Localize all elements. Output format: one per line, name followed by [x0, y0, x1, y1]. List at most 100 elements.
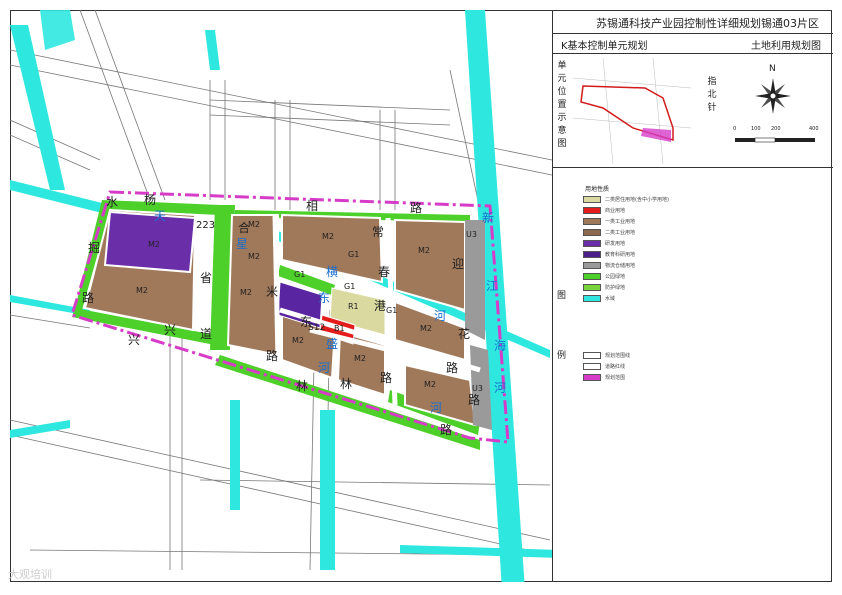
landuse-legend-swatch — [583, 195, 601, 203]
north-label: 指北针 — [707, 77, 717, 113]
road-label: 路 — [380, 371, 393, 385]
legend-label: 图 — [557, 291, 567, 301]
landuse-legend-text: 二类工业用地 — [605, 229, 636, 236]
boundary-legend-swatch — [583, 351, 601, 359]
road-label: S12 — [308, 323, 326, 333]
landuse-legend-text: 防护绿地 — [605, 284, 626, 291]
road-label: 掘 — [88, 241, 101, 255]
plot-code: M2 — [248, 252, 260, 261]
landuse-legend-item: 研发用地 — [583, 238, 669, 248]
landuse-legend-item: 商业用地 — [583, 205, 669, 215]
landuse-legend-swatch — [583, 294, 601, 302]
scale-tick: 400 — [809, 126, 819, 132]
sheet-name: 土地利用规划图 — [751, 41, 821, 52]
road-label: 盛 — [326, 337, 339, 351]
road-label: 河 — [318, 361, 331, 375]
landuse-legend-text: 公园绿地 — [605, 273, 626, 280]
landuse-legend-text: 研发用地 — [605, 240, 626, 247]
landuse-legend-item: 一类工业用地 — [583, 216, 669, 226]
landuse-legend-item: 水域 — [583, 293, 669, 303]
plot-code: M2 — [418, 246, 430, 255]
landuse-legend-swatch — [583, 261, 601, 269]
plot-code: G1 — [386, 306, 398, 315]
road-label: 路 — [410, 201, 423, 215]
road-label: 常 — [372, 225, 385, 239]
road-label: 河 — [434, 309, 447, 323]
boundary-legend-text: 道路红线 — [605, 363, 626, 370]
plot-code: M2 — [424, 380, 436, 389]
landuse-legend-text: 教育科研用地 — [605, 251, 636, 258]
subtitle-row: K基本控制单元规划 土地利用规划图 — [553, 34, 833, 54]
plot-code: R1 — [348, 302, 359, 311]
boundary-legend-item: 规划范围 — [583, 372, 630, 382]
scale-bar — [735, 137, 815, 143]
plot-code: M2 — [136, 286, 148, 295]
watermark: 大观培训 — [8, 568, 52, 581]
landuse-legend-item: 防护绿地 — [583, 282, 669, 292]
legend-label: 例 — [557, 351, 567, 361]
landuse-legend-text: 商业用地 — [605, 207, 626, 214]
north-letter: N — [769, 64, 776, 74]
boundary-legend-text: 规划范围 — [605, 374, 626, 381]
landuse-legend-swatch — [583, 239, 601, 247]
plot-code: M2 — [148, 240, 160, 249]
road-label: 新 — [482, 211, 495, 225]
landuse-legend: 二类居住用地(含中小学用地) 商业用地一类工业用地二类工业用地 研发用地教育科研用地… — [583, 194, 669, 304]
boundary-legend-swatch — [583, 362, 601, 370]
road-label: 横 — [326, 265, 339, 279]
road-label: 道 — [200, 327, 213, 341]
road-label: 河 — [494, 381, 507, 395]
landuse-legend-item: 二类工业用地 — [583, 227, 669, 237]
boundary-legend: 规划范围线道路红线规划范围 — [583, 350, 630, 383]
location-label: 单元位置示意图 — [557, 61, 567, 149]
boundary-legend-item: 规划范围线 — [583, 350, 630, 360]
landuse-legend-swatch — [583, 283, 601, 291]
landuse-legend-title: 用地性质 — [585, 186, 610, 193]
road-label: 东 — [318, 291, 331, 305]
road-label: 路 — [440, 423, 453, 437]
landuse-legend-swatch — [583, 250, 601, 258]
road-label: 路 — [82, 291, 95, 305]
road-label: 路 — [468, 393, 481, 407]
scale-tick: 200 — [771, 126, 781, 132]
road-label: 兴 — [128, 333, 141, 347]
land-use-map: 水 杨 天 223 合 相 路 常 新 星 横 春 迎 掘 省 米 东 江 路 … — [9, 9, 560, 590]
title-row: 苏锡通科技产业园控制性详细规划锡通03片区 — [553, 10, 833, 34]
plot-code: U3 — [472, 384, 483, 393]
road-label: 省 — [200, 271, 213, 285]
road-label: 海 — [494, 339, 507, 353]
plot-code: M2 — [292, 336, 304, 345]
road-label: 米 — [266, 285, 279, 299]
title-panel: 苏锡通科技产业园控制性详细规划锡通03片区 K基本控制单元规划 土地利用规划图 … — [552, 10, 833, 582]
landuse-legend-text: 水域 — [605, 295, 616, 302]
landuse-legend-text: 物流仓储用地 — [605, 262, 636, 269]
plot-code: M2 — [354, 354, 366, 363]
plot-code: B1 — [334, 324, 345, 333]
boundary-legend-item: 道路红线 — [583, 361, 630, 371]
road-label: 相 — [306, 199, 319, 213]
landuse-legend-swatch — [583, 228, 601, 236]
plot-code: U3 — [466, 230, 477, 239]
boundary-legend-text: 规划范围线 — [605, 352, 631, 359]
road-label: 水 — [106, 195, 119, 209]
landuse-legend-item: 物流仓储用地 — [583, 260, 669, 270]
road-label: 林 — [296, 379, 309, 393]
road-label: 春 — [378, 265, 391, 279]
road-label: 路 — [446, 361, 459, 375]
road-label: 兴 — [164, 323, 177, 337]
landuse-legend-swatch — [583, 206, 601, 214]
plot-code: G1 — [294, 270, 306, 279]
plot-code: M2 — [420, 324, 432, 333]
compass-rose-icon — [755, 78, 791, 114]
road-label: 花 — [458, 327, 471, 341]
location-inset — [573, 58, 691, 164]
road-label: 天 — [154, 209, 167, 223]
boundary-legend-swatch — [583, 373, 601, 381]
road-label: 江 — [486, 279, 499, 293]
road-label: 223 — [196, 220, 216, 231]
landuse-legend-item: 二类居住用地(含中小学用地) — [583, 194, 669, 204]
landuse-legend-item: 公园绿地 — [583, 271, 669, 281]
landuse-legend-swatch — [583, 272, 601, 280]
plot-code: G1 — [344, 282, 356, 291]
road-label: 林 — [340, 377, 353, 391]
